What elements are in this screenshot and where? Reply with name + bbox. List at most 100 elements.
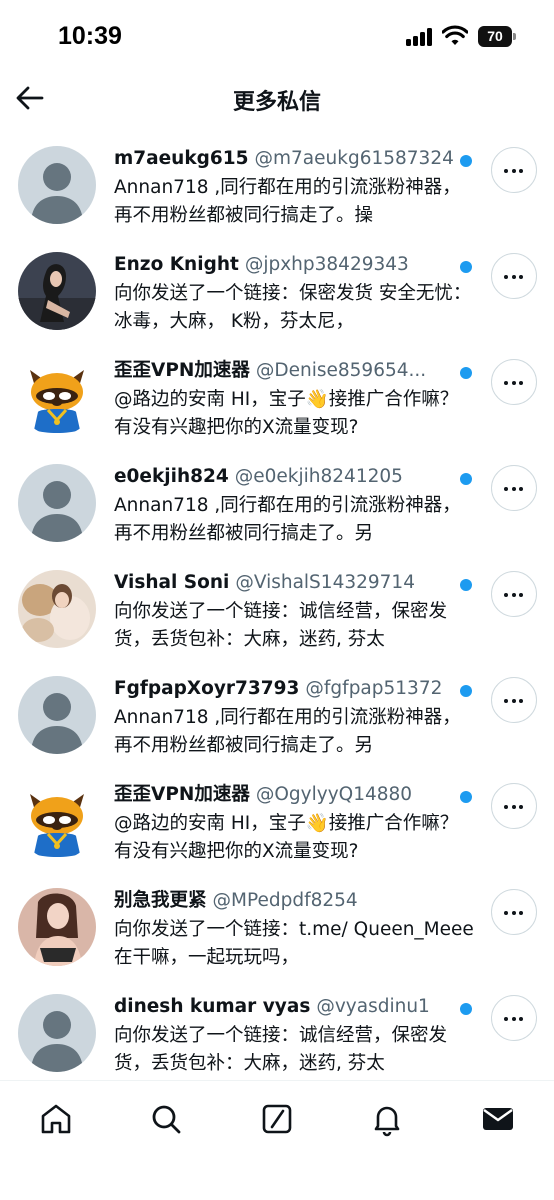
message-preview: 向你发送了一个链接：保密发货 安全无忧： 冰毒，大麻， K粉，芬太尼，	[114, 283, 472, 332]
bottom-nav	[0, 1080, 554, 1200]
home-icon	[41, 1104, 71, 1134]
more-options-button[interactable]	[491, 253, 537, 299]
conversation-row[interactable]: m7aeukg615 @m7aeukg61587324 Annan718 ,同行都在…	[0, 130, 554, 236]
avatar[interactable]	[18, 464, 96, 542]
conversation-body: 歪歪VPN加速器 @Denise859654... @路边的安南 HI，宝子👋接推广…	[114, 356, 476, 442]
sender-name: Enzo Knight	[114, 254, 239, 275]
sender-name: dinesh kumar vyas	[114, 996, 311, 1017]
sender-name: 别急我更紧	[114, 890, 207, 911]
avatar[interactable]	[18, 676, 96, 754]
battery-level: 70	[478, 26, 512, 47]
conversation-header: 歪歪VPN加速器 @OgylyyQ14880	[114, 780, 476, 810]
message-preview: Annan718 ,同行都在用的引流涨粉神器，再不用粉丝都被同行搞走了。另	[114, 495, 461, 544]
conversation-body: FgfpapXoyr73793 @fgfpap51372 Annan718 ,同行都…	[114, 674, 476, 760]
message-preview: 向你发送了一个链接：t.me/ Queen_Meee 在干嘛，一起玩玩吗，	[114, 919, 474, 968]
grok-icon	[262, 1104, 292, 1134]
avatar[interactable]	[18, 570, 96, 648]
conversation-body: m7aeukg615 @m7aeukg61587324 Annan718 ,同行都在…	[114, 144, 476, 230]
message-preview: Annan718 ,同行都在用的引流涨粉神器，再不用粉丝都被同行搞走了。另	[114, 707, 461, 756]
messages-icon	[483, 1108, 513, 1130]
avatar[interactable]	[18, 888, 96, 966]
more-options-button[interactable]	[491, 359, 537, 405]
avatar[interactable]	[18, 358, 96, 436]
sender-handle: @fgfpap51372	[305, 678, 443, 699]
nav-messages-button[interactable]	[478, 1099, 518, 1139]
notifications-icon	[374, 1106, 400, 1137]
conversation-row[interactable]: dinesh kumar vyas @vyasdinu1 向你发送了一个链接：诚信经…	[0, 978, 554, 1080]
unread-indicator	[460, 367, 472, 379]
conversation-header: 歪歪VPN加速器 @Denise859654...	[114, 356, 476, 386]
conversation-header: Enzo Knight @jpxhp38429343	[114, 250, 476, 280]
conversation-row[interactable]: 歪歪VPN加速器 @Denise859654... @路边的安南 HI，宝子👋接推广…	[0, 342, 554, 448]
message-preview: @路边的安南 HI，宝子👋接推广合作嘛？有没有兴趣把你的X流量变现?	[114, 813, 459, 862]
sender-name: Vishal Soni	[114, 572, 230, 593]
avatar[interactable]	[18, 782, 96, 860]
wifi-icon	[442, 25, 468, 45]
conversation-row[interactable]: Enzo Knight @jpxhp38429343 向你发送了一个链接：保密发货 …	[0, 236, 554, 342]
unread-indicator	[460, 685, 472, 697]
sender-name: 歪歪VPN加速器	[114, 360, 250, 381]
conversation-body: 别急我更紧 @MPedpdf8254 向你发送了一个链接：t.me/ Queen_M…	[114, 886, 476, 972]
sender-handle: @jpxhp38429343	[244, 254, 409, 275]
more-options-button[interactable]	[491, 147, 537, 193]
message-preview: @路边的安南 HI，宝子👋接推广合作嘛？有没有兴趣把你的X流量变现?	[114, 389, 459, 438]
conversation-row[interactable]: Vishal Soni @VishalS14329714 向你发送了一个链接：诚信经…	[0, 554, 554, 660]
unread-indicator	[460, 473, 472, 485]
conversation-body: e0ekjih824 @e0ekjih8241205 Annan718 ,同行都在用…	[114, 462, 476, 548]
more-options-button[interactable]	[491, 677, 537, 723]
conversation-body: 歪歪VPN加速器 @OgylyyQ14880 @路边的安南 HI，宝子👋接推广合作嘛…	[114, 780, 476, 866]
conversation-body: dinesh kumar vyas @vyasdinu1 向你发送了一个链接：诚信经…	[114, 992, 476, 1078]
sender-handle: @VishalS14329714	[235, 572, 415, 593]
avatar[interactable]	[18, 252, 96, 330]
message-list: m7aeukg615 @m7aeukg61587324 Annan718 ,同行都在…	[0, 130, 554, 1080]
sender-name: FgfpapXoyr73793	[114, 678, 300, 699]
message-preview: 向你发送了一个链接：诚信经营，保密发货，丢货包补：大麻，迷药, 芬太	[114, 601, 448, 650]
more-options-button[interactable]	[491, 465, 537, 511]
conversation-header: Vishal Soni @VishalS14329714	[114, 568, 476, 598]
nav-notifications-button[interactable]	[367, 1099, 407, 1139]
more-options-button[interactable]	[491, 783, 537, 829]
more-options-button[interactable]	[491, 571, 537, 617]
unread-indicator	[460, 155, 472, 167]
sender-name: e0ekjih824	[114, 466, 229, 487]
conversation-row[interactable]: 歪歪VPN加速器 @OgylyyQ14880 @路边的安南 HI，宝子👋接推广合作嘛…	[0, 766, 554, 872]
status-bar: 10:39 70	[0, 0, 554, 72]
message-preview: 向你发送了一个链接：诚信经营，保密发货，丢货包补：大麻，迷药, 芬太	[114, 1025, 448, 1074]
sender-handle: @OgylyyQ14880	[255, 784, 413, 805]
header: 更多私信	[0, 72, 554, 130]
unread-indicator	[460, 261, 472, 273]
sender-handle: @Denise859654...	[255, 360, 427, 381]
conversation-header: 别急我更紧 @MPedpdf8254	[114, 886, 476, 916]
sender-name: 歪歪VPN加速器	[114, 784, 250, 805]
nav-grok-button[interactable]	[257, 1099, 297, 1139]
sender-handle: @MPedpdf8254	[212, 890, 358, 911]
conversation-row[interactable]: e0ekjih824 @e0ekjih8241205 Annan718 ,同行都在用…	[0, 448, 554, 554]
unread-indicator	[460, 791, 472, 803]
sender-handle: @e0ekjih8241205	[234, 466, 403, 487]
unread-indicator	[460, 1003, 472, 1015]
conversation-row[interactable]: 别急我更紧 @MPedpdf8254 向你发送了一个链接：t.me/ Queen_M…	[0, 872, 554, 978]
battery-icon: 70	[478, 26, 516, 47]
search-icon	[152, 1105, 181, 1134]
conversation-header: e0ekjih824 @e0ekjih8241205	[114, 462, 476, 492]
avatar[interactable]	[18, 146, 96, 224]
conversation-header: FgfpapXoyr73793 @fgfpap51372	[114, 674, 476, 704]
avatar[interactable]	[18, 994, 96, 1072]
more-options-button[interactable]	[491, 995, 537, 1041]
page-title: 更多私信	[232, 90, 321, 115]
sender-handle: @m7aeukg61587324	[254, 148, 454, 169]
sender-handle: @vyasdinu1	[316, 996, 430, 1017]
cellular-signal-icon	[406, 28, 434, 46]
conversation-header: m7aeukg615 @m7aeukg61587324	[114, 144, 476, 174]
conversation-header: dinesh kumar vyas @vyasdinu1	[114, 992, 476, 1022]
conversation-row[interactable]: FgfpapXoyr73793 @fgfpap51372 Annan718 ,同行都…	[0, 660, 554, 766]
status-time: 10:39	[58, 22, 122, 50]
conversation-body: Vishal Soni @VishalS14329714 向你发送了一个链接：诚信经…	[114, 568, 476, 654]
more-options-button[interactable]	[491, 889, 537, 935]
nav-search-button[interactable]	[146, 1099, 186, 1139]
message-preview: Annan718 ,同行都在用的引流涨粉神器，再不用粉丝都被同行搞走了。操	[114, 177, 461, 226]
unread-indicator	[460, 579, 472, 591]
nav-home-button[interactable]	[36, 1099, 76, 1139]
conversation-body: Enzo Knight @jpxhp38429343 向你发送了一个链接：保密发货 …	[114, 250, 476, 336]
sender-name: m7aeukg615	[114, 148, 249, 169]
